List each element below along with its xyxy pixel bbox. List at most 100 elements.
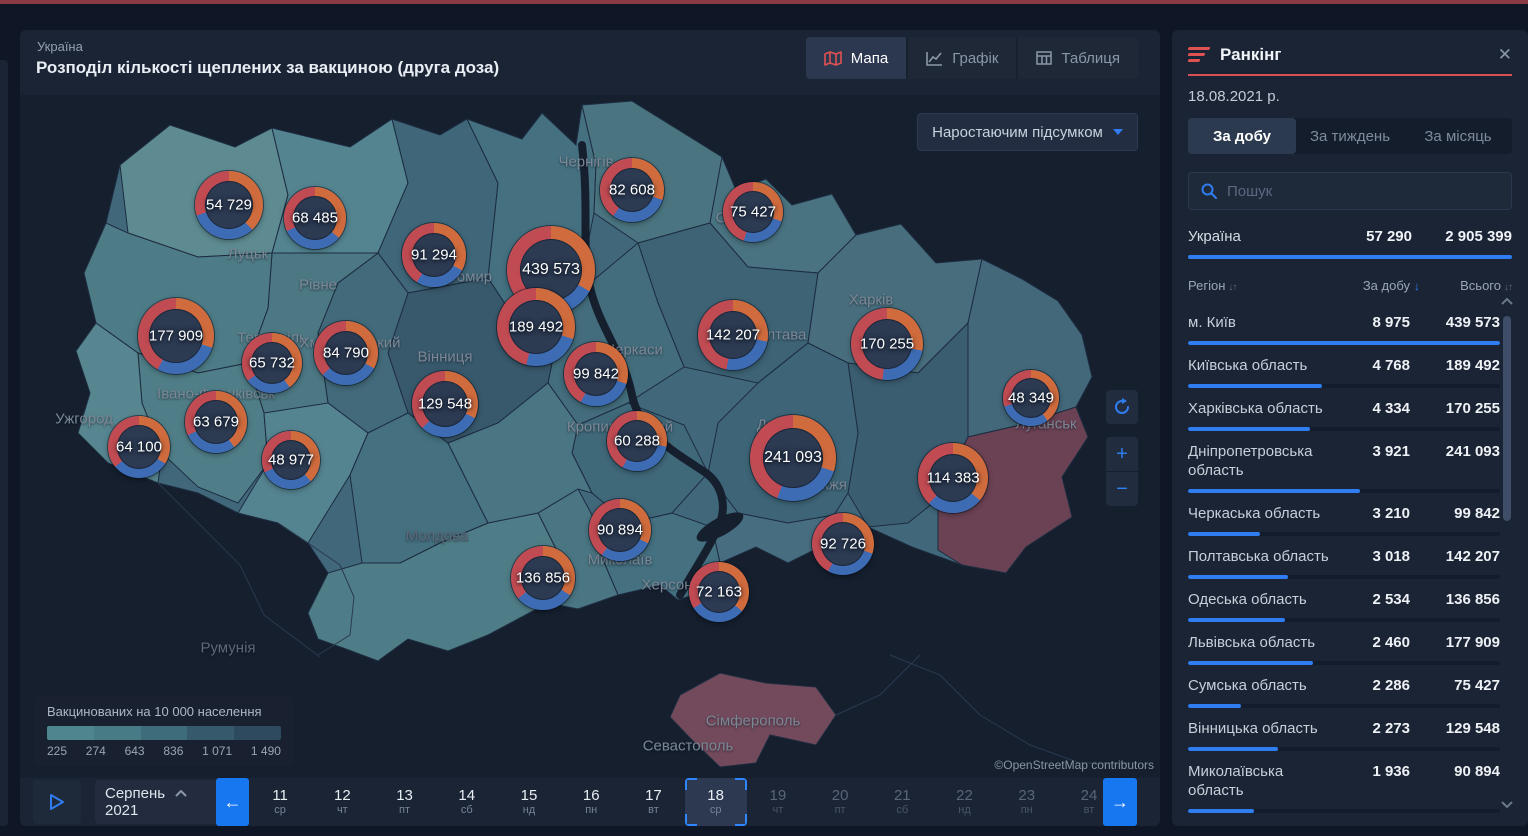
region-donut[interactable]: 92 726 xyxy=(812,513,874,575)
region-donut[interactable]: 82 608 xyxy=(600,158,664,222)
region-donut[interactable]: 68 485 xyxy=(284,187,346,249)
map-refresh-button[interactable] xyxy=(1106,390,1138,424)
region-donut[interactable]: 177 909 xyxy=(138,298,214,374)
region-donut[interactable]: 84 790 xyxy=(314,321,378,385)
region-donut[interactable]: 60 288 xyxy=(607,411,667,471)
table-row[interactable]: Вінницька область2 273129 548 xyxy=(1188,708,1500,751)
city-label-Севастополь: Севастополь xyxy=(643,738,734,755)
day-number: 19 xyxy=(770,787,787,804)
column-total[interactable]: Всього↓↑ xyxy=(1420,278,1512,293)
timeline-day-22[interactable]: 22нд xyxy=(933,778,995,826)
scrollbar-track[interactable] xyxy=(1503,312,1511,794)
region-donut[interactable]: 136 856 xyxy=(511,546,575,610)
timeline-day-19[interactable]: 19чт xyxy=(747,778,809,826)
day-number: 12 xyxy=(334,787,351,804)
scroll-down-icon[interactable] xyxy=(1500,800,1514,810)
region-donut[interactable]: 72 163 xyxy=(689,562,749,622)
region-donut[interactable]: 64 100 xyxy=(108,416,170,478)
timeline-day-12[interactable]: 12чт xyxy=(311,778,373,826)
timeline-day-16[interactable]: 16пн xyxy=(560,778,622,826)
region-donut[interactable]: 99 842 xyxy=(564,342,628,406)
table-row[interactable]: Київська область4 768189 492 xyxy=(1188,345,1500,388)
table-row-line: Черкаська область3 21099 842 xyxy=(1188,504,1500,523)
table-row[interactable]: Харківська область4 334170 255 xyxy=(1188,388,1500,431)
timeline-next-button[interactable]: → xyxy=(1103,778,1137,826)
region-donut[interactable]: 75 427 xyxy=(723,182,783,242)
table-row[interactable]: Львівська область2 460177 909 xyxy=(1188,622,1500,665)
donut-value: 170 255 xyxy=(860,336,914,353)
table-row[interactable]: Сумська область2 28675 427 xyxy=(1188,665,1500,708)
table-row[interactable]: м. Київ8 975439 573 xyxy=(1188,302,1500,345)
plus-icon: + xyxy=(1116,443,1128,466)
region-donut[interactable]: 48 977 xyxy=(262,431,320,489)
table-icon xyxy=(1036,51,1052,65)
region-donut[interactable]: 65 732 xyxy=(242,333,302,393)
timeline-day-13[interactable]: 13пт xyxy=(373,778,435,826)
legend-tick: 274 xyxy=(86,744,106,758)
aggregation-dropdown-label: Наростаючим підсумком xyxy=(932,124,1103,141)
timeline-day-21[interactable]: 21сб xyxy=(871,778,933,826)
region-donut[interactable]: 90 894 xyxy=(589,499,651,561)
region-donut[interactable]: 170 255 xyxy=(851,308,923,380)
timeline-day-20[interactable]: 20пт xyxy=(809,778,871,826)
day-number: 18 xyxy=(707,787,724,804)
region-donut[interactable]: 63 679 xyxy=(185,391,247,453)
ukraine-map[interactable]: Наростаючим підсумком + − Вакцинованих н… xyxy=(20,95,1160,778)
timeline-day-14[interactable]: 14сб xyxy=(436,778,498,826)
region-donut[interactable]: 48 349 xyxy=(1003,370,1059,426)
region-donut[interactable]: 114 383 xyxy=(918,443,988,513)
scrollbar-thumb[interactable] xyxy=(1503,316,1511,521)
table-row[interactable]: Полтавська область3 018142 207 xyxy=(1188,536,1500,579)
view-tab-мапа[interactable]: Мапа xyxy=(806,37,906,79)
legend-swatch xyxy=(187,726,234,740)
scroll-up-icon[interactable] xyxy=(1500,296,1514,306)
view-tab-графік[interactable]: Графік xyxy=(908,37,1016,79)
timeline-day-11[interactable]: 11ср xyxy=(249,778,311,826)
table-row-line: Київська область4 768189 492 xyxy=(1188,356,1500,375)
year-label: 2021 xyxy=(105,802,207,819)
close-icon[interactable]: ✕ xyxy=(1498,45,1512,65)
play-button[interactable] xyxy=(33,780,81,824)
table-row[interactable]: Одеська область2 534136 856 xyxy=(1188,579,1500,622)
day-weekday: сб xyxy=(461,804,473,817)
view-tab-таблиця[interactable]: Таблиця xyxy=(1018,37,1138,79)
region-donut[interactable]: 129 548 xyxy=(412,371,478,437)
region-donut[interactable]: 241 093 xyxy=(750,415,836,501)
collapsed-panel-edge xyxy=(0,60,8,826)
map-zoom-in-button[interactable]: + xyxy=(1106,437,1138,471)
view-tab-label: Мапа xyxy=(851,50,888,67)
day-number: 15 xyxy=(521,787,538,804)
table-row-line: Миколаївська область1 93690 894 xyxy=(1188,762,1500,800)
column-daily[interactable]: За добу↓ xyxy=(1334,278,1420,293)
aggregation-dropdown[interactable]: Наростаючим підсумком xyxy=(917,113,1138,151)
region-daily-value: 2 460 xyxy=(1340,634,1410,651)
period-tab-2[interactable]: За місяць xyxy=(1404,118,1512,154)
region-name: Одеська область xyxy=(1188,590,1340,609)
month-selector[interactable]: Серпень 2021 xyxy=(95,780,217,824)
region-donut[interactable]: 142 207 xyxy=(698,300,768,370)
region-donut[interactable]: 54 729 xyxy=(195,171,263,239)
region-donut[interactable]: 91 294 xyxy=(402,223,466,287)
day-weekday: пн xyxy=(1021,804,1033,817)
donut-value: 48 977 xyxy=(268,452,314,469)
timeline-day-18[interactable]: 18ср xyxy=(685,778,747,826)
map-zoom-out-button[interactable]: − xyxy=(1106,472,1138,506)
region-total-value: 142 207 xyxy=(1410,548,1500,565)
legend-ticks: 2252746438361 0711 490 xyxy=(47,744,281,758)
column-region[interactable]: Регіон↓↑ xyxy=(1188,278,1334,293)
table-row[interactable]: Дніпропетровська область3 921241 093 xyxy=(1188,431,1500,493)
timeline-day-17[interactable]: 17вт xyxy=(622,778,684,826)
region-name: Черкаська область xyxy=(1188,504,1340,523)
legend-tick: 1 071 xyxy=(202,744,232,758)
table-row[interactable]: Черкаська область3 21099 842 xyxy=(1188,493,1500,536)
search-input[interactable] xyxy=(1227,183,1499,200)
table-row[interactable]: Миколаївська область1 93690 894 xyxy=(1188,751,1500,813)
region-name: Сумська область xyxy=(1188,676,1340,695)
timeline-day-23[interactable]: 23пн xyxy=(996,778,1058,826)
region-donut[interactable]: 189 492 xyxy=(497,288,575,366)
ranking-rows: м. Київ8 975439 573 Київська область4 768… xyxy=(1188,302,1500,818)
timeline-day-15[interactable]: 15нд xyxy=(498,778,560,826)
period-tab-1[interactable]: За тиждень xyxy=(1296,118,1404,154)
period-tab-0[interactable]: За добу xyxy=(1188,118,1296,154)
timeline-prev-button[interactable]: ← xyxy=(216,778,249,826)
